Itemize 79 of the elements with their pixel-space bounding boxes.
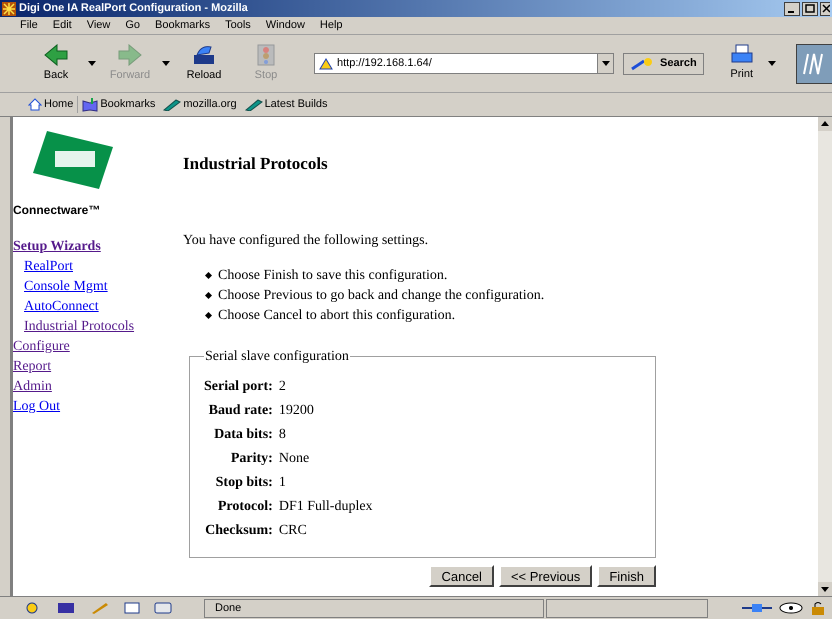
sidebar-link[interactable]: AutoConnect [24,297,99,317]
scroll-up-icon[interactable] [818,117,832,131]
setting-label: Checksum: [204,522,273,540]
menu-item[interactable]: Help [320,17,343,34]
sidebar-link[interactable]: Report [13,357,52,377]
setting-value: None [278,450,310,468]
eye-icon[interactable] [778,601,804,615]
logo-icon [33,129,115,191]
address-field[interactable]: http://192.168.1.64/ [314,53,614,74]
form-button[interactable]: Finish [597,564,656,586]
sidebar-link[interactable]: Admin [13,377,52,397]
form-button[interactable]: << Previous [498,564,592,586]
menu-item[interactable]: File [20,17,38,34]
back-arrow-icon [43,43,69,68]
instruction-text: Choose Cancel to abort this configuration. [218,306,456,324]
setting-value: CRC [278,522,308,540]
setting-value: 8 [278,426,287,444]
connection-plug-icon[interactable] [742,602,772,614]
caret-icon [602,61,610,66]
address-dropdown[interactable] [597,54,613,73]
instruction-text: Choose Previous to go back and change the configuration. [218,286,544,304]
house-icon [28,98,42,111]
maximize-icon[interactable] [802,2,818,16]
app-icon [2,2,16,16]
scroll-down-icon[interactable] [818,582,832,596]
setting-label: Serial port: [204,378,273,396]
menu-item[interactable]: Bookmarks [155,17,210,34]
sidebar-link[interactable]: RealPort [24,257,73,277]
bookmark-button[interactable]: mozilla.org [163,96,241,113]
book-icon [82,98,98,112]
form-button[interactable]: Cancel [429,564,494,586]
setting-label: Data bits: [213,426,273,444]
site-icon [319,58,333,70]
bullet-icon [205,272,212,279]
bullet-icon [205,312,212,319]
menu-item[interactable]: Tools [225,17,251,34]
print-button[interactable]: Print [722,44,762,83]
search-button[interactable]: Search [623,52,704,74]
toolbar-button[interactable]: Back [28,43,84,84]
brand-name: Connectware™ [13,202,102,219]
setting-value: DF1 Full-duplex [278,498,374,516]
bookmark-button[interactable]: Bookmarks [82,96,160,113]
toolbar-button[interactable]: Reload [176,43,232,84]
sidebar-link[interactable]: Log Out [13,397,60,417]
sidebar-link[interactable]: Configure [13,337,70,357]
setting-label: Stop bits: [214,474,273,492]
throbber-logo-icon [796,44,832,84]
caret-icon[interactable] [768,61,776,66]
bookmark-button[interactable]: Home [28,96,78,113]
group-legend: Serial slave configuration [204,346,350,366]
address-text: http://192.168.1.64/ [337,56,432,72]
window-title: Digi One IA RealPort Configuration - Mozilla [19,1,248,16]
setting-label: Baud rate: [208,402,273,420]
bookmark-button[interactable]: Latest Builds [244,96,332,113]
menu-item[interactable]: Edit [52,17,72,34]
bullet-icon [205,292,212,299]
intro-text: You have configured the following settings. [183,232,428,250]
bookmark-link-icon [244,98,263,110]
close-icon[interactable] [820,2,830,16]
page-heading: Industrial Protocols [183,153,328,175]
caret-icon[interactable] [88,61,96,66]
forward-arrow-icon [117,43,143,68]
setting-value: 2 [278,378,287,396]
sidebar-link[interactable]: Setup Wizards [13,237,101,257]
sidebar-link[interactable]: Console Mgmt [24,277,108,297]
menu-item[interactable]: Window [266,17,305,34]
bookmark-link-icon [163,98,182,110]
padlock-icon[interactable] [810,601,826,615]
scrollbar[interactable] [818,117,832,596]
minimize-icon[interactable] [784,2,800,16]
setting-value: 19200 [278,402,315,420]
status-text: Done [215,600,242,616]
menu-item[interactable]: Go [125,17,140,34]
instruction-text: Choose Finish to save this configuration. [218,266,448,284]
sidebar-link[interactable]: Industrial Protocols [24,317,134,337]
setting-label: Protocol: [216,498,273,516]
setting-value: 1 [278,474,287,492]
setting-label: Parity: [230,450,273,468]
menu-item[interactable]: View [86,17,110,34]
